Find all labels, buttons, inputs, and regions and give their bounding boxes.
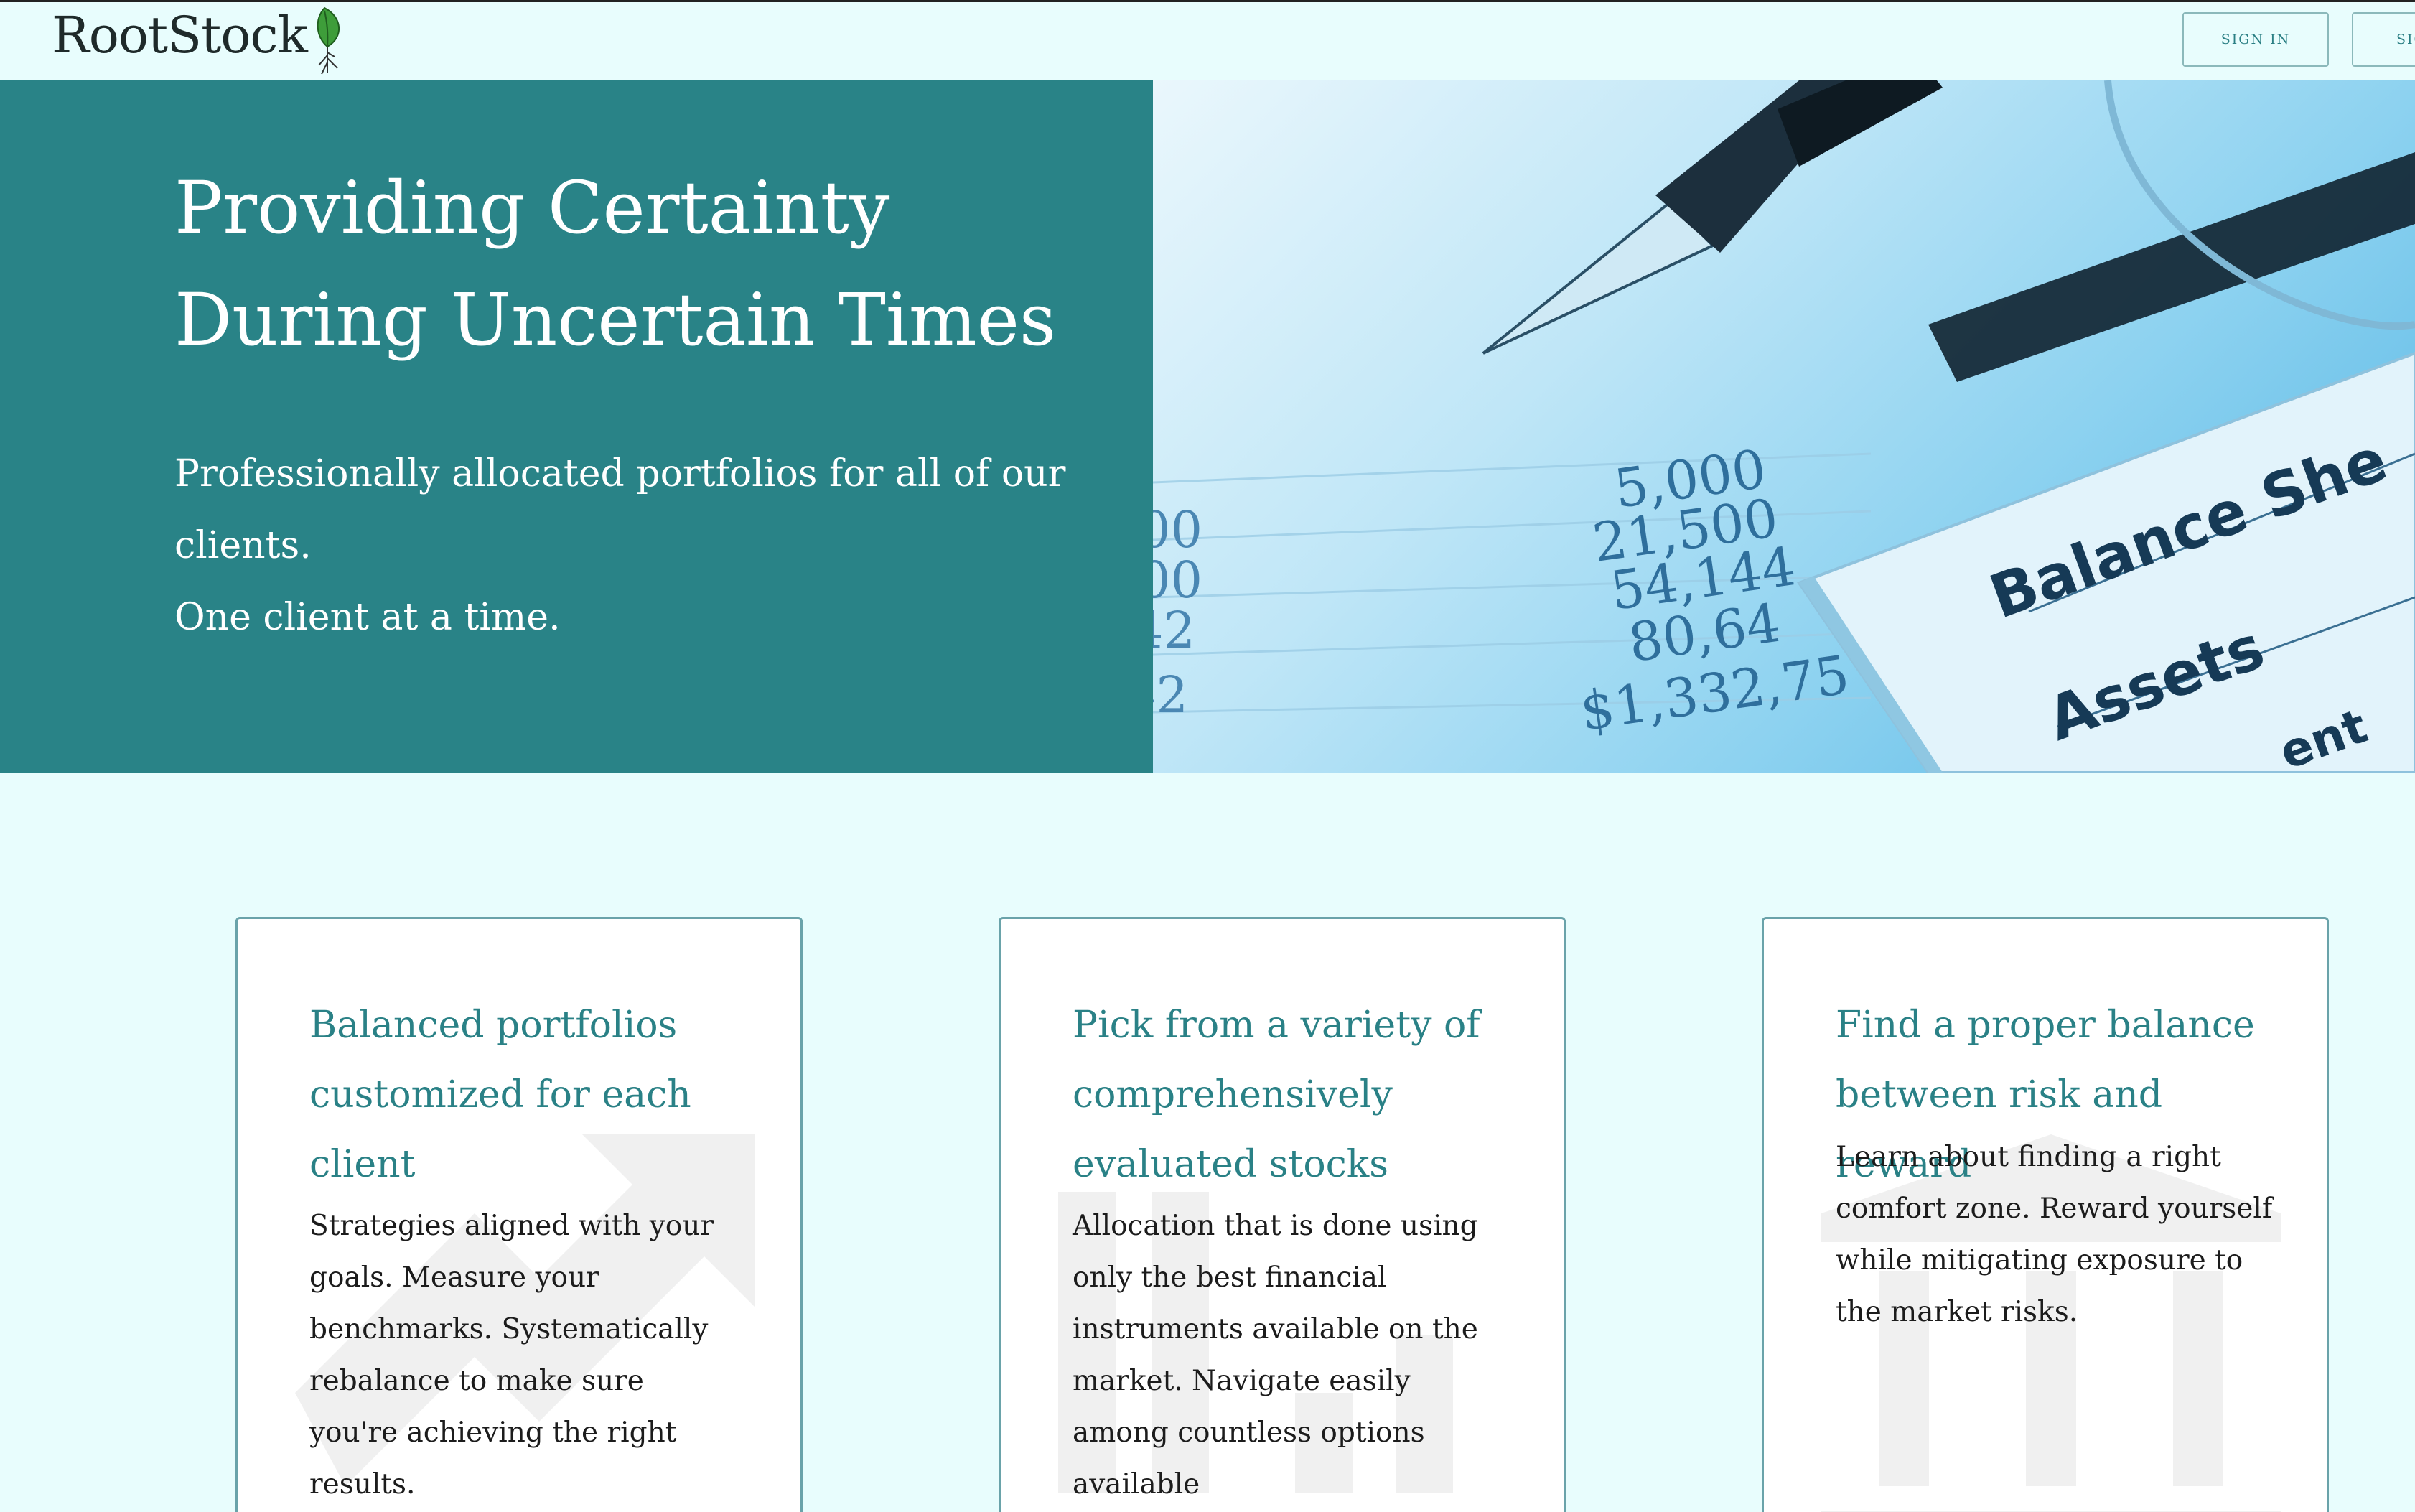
card-title: Balanced portfolios customized for each … <box>309 1004 691 1186</box>
leaf-root-icon <box>317 6 340 75</box>
feature-card-risk-reward: Find a proper balance between risk and r… <box>1762 917 2329 1512</box>
card-body: Allocation that is done using only the b… <box>1073 1210 1478 1501</box>
card-body: Strategies aligned with your goals. Meas… <box>309 1210 714 1501</box>
hero-panel: Providing Certainty During Uncertain Tim… <box>0 80 1153 773</box>
sign-in-button[interactable]: SIGN IN <box>2182 12 2329 67</box>
brand-name: RootStock <box>52 6 308 65</box>
hero-image: 5,000 21,500 54,144 80,64 $1,332,75 00 0… <box>1153 80 2415 773</box>
hero-sub-line3: One client at a time. <box>174 596 561 639</box>
hero-title-line2: During Uncertain Times <box>174 278 1057 362</box>
card-body: Learn about finding a right comfort zone… <box>1836 1141 2273 1328</box>
card-title: Pick from a variety of comprehensively e… <box>1073 1004 1480 1186</box>
hero-sub-line1: Professionally allocated portfolios for … <box>174 452 1066 495</box>
site-header: RootStock SIGN IN SIG <box>0 0 2415 80</box>
image-left-number-4: 42 <box>1153 666 1188 724</box>
brand-logo[interactable]: RootStock <box>52 5 352 77</box>
feature-card-stocks: Pick from a variety of comprehensively e… <box>999 917 1566 1512</box>
hero-title: Providing Certainty During Uncertain Tim… <box>174 152 1108 376</box>
hero-sub-line2: clients. <box>174 524 312 567</box>
hero-title-line1: Providing Certainty <box>174 166 890 250</box>
image-left-number-3: 42 <box>1153 601 1195 660</box>
balance-sheet-illustration: 5,000 21,500 54,144 80,64 $1,332,75 00 0… <box>1153 80 2415 773</box>
pen-body <box>1928 152 2415 382</box>
fountain-pen <box>1482 80 1943 355</box>
balance-sheet-folder: Balance She Assets ent <box>1796 351 2415 773</box>
sign-up-button[interactable]: SIG <box>2352 12 2415 67</box>
feature-card-balanced: Balanced portfolios customized for each … <box>235 917 803 1512</box>
hero-subtitle: Professionally allocated portfolios for … <box>174 438 1079 653</box>
